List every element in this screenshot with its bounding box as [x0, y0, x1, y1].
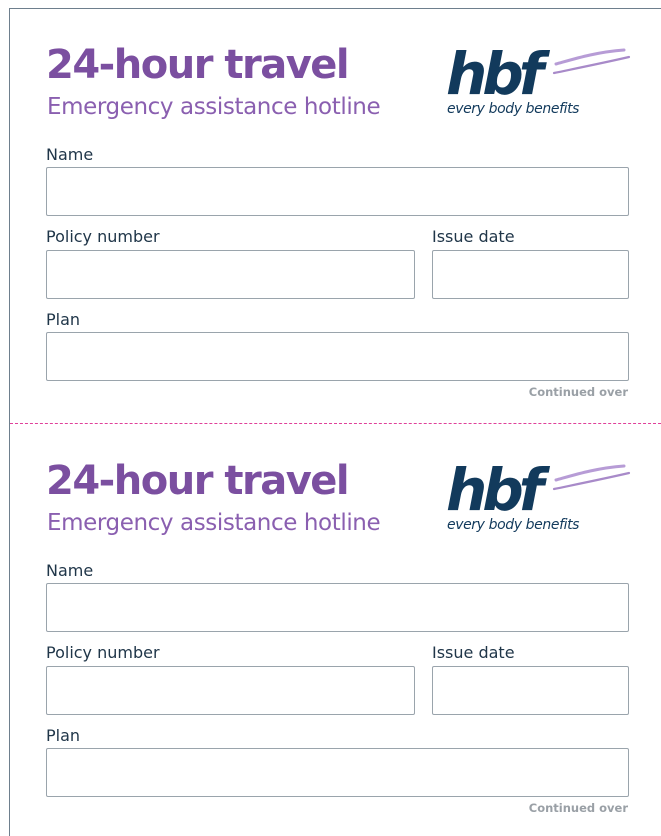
plan-label: Plan [46, 726, 81, 745]
card-title: 24-hour travel [46, 42, 350, 88]
plan-field[interactable] [46, 332, 629, 381]
travel-card-bottom: 24-hour travel Emergency assistance hotl… [10, 425, 661, 833]
logo-tagline: every body benefits [447, 517, 580, 533]
name-label: Name [46, 145, 94, 164]
logo-tagline: every body benefits [447, 101, 580, 117]
dashed-cut-line [10, 423, 661, 424]
continued-over-note: Continued over [528, 801, 628, 815]
issue-date-label: Issue date [432, 643, 515, 662]
card-subtitle: Emergency assistance hotline [47, 510, 381, 536]
continued-over-note: Continued over [528, 385, 628, 399]
policy-number-label: Policy number [46, 227, 160, 246]
name-field[interactable] [46, 583, 629, 632]
card-title: 24-hour travel [46, 458, 350, 504]
travel-card-top: 24-hour travel Emergency assistance hotl… [10, 9, 661, 417]
logo-wordmark: hbf [446, 458, 551, 524]
issue-date-field[interactable] [432, 666, 629, 715]
issue-date-label: Issue date [432, 227, 515, 246]
logo-wordmark: hbf [446, 42, 551, 108]
name-label: Name [46, 561, 94, 580]
issue-date-field[interactable] [432, 250, 629, 299]
name-field[interactable] [46, 167, 629, 216]
policy-number-field[interactable] [46, 666, 415, 715]
plan-label: Plan [46, 310, 81, 329]
plan-field[interactable] [46, 748, 629, 797]
card-subtitle: Emergency assistance hotline [47, 94, 381, 120]
policy-number-field[interactable] [46, 250, 415, 299]
policy-number-label: Policy number [46, 643, 160, 662]
